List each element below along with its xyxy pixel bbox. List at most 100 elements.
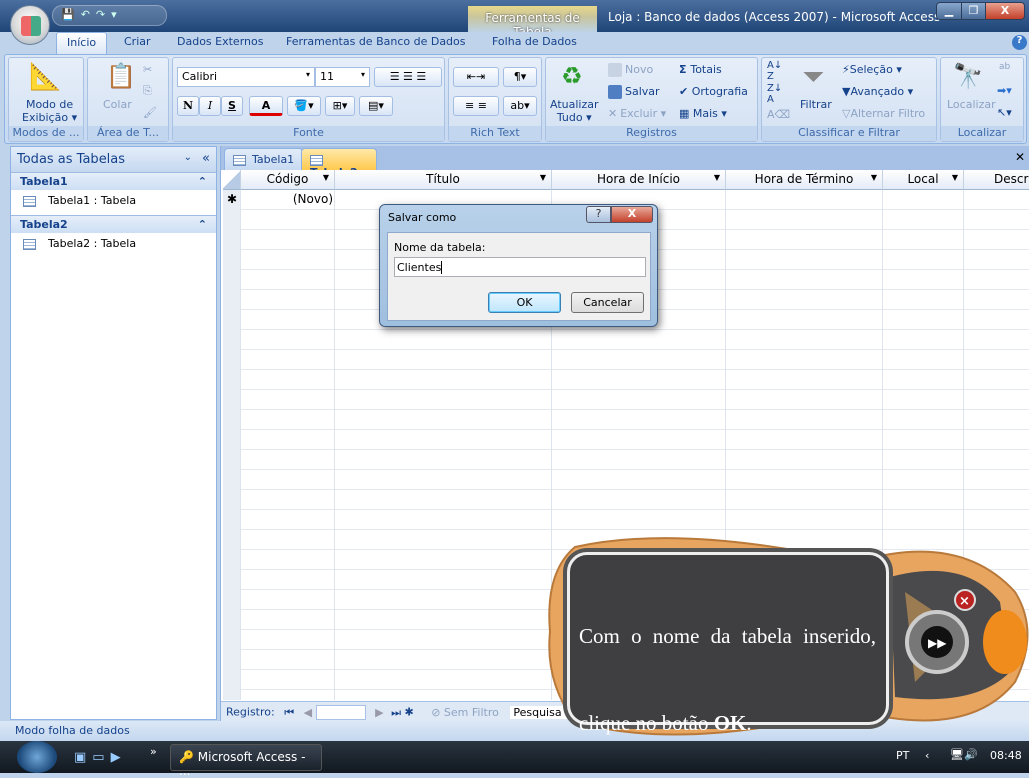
select-icon[interactable]: ↖▾ <box>997 106 1012 119</box>
nav-item-tabela2[interactable]: Tabela2 : Tabela <box>23 237 136 250</box>
close-document-icon[interactable]: ✕ <box>1015 150 1025 164</box>
format-painter-icon[interactable]: 🖌 <box>143 106 157 119</box>
spelling-button[interactable]: ✔ Ortografia <box>679 85 748 98</box>
new-row-marker: ✱ <box>227 192 238 206</box>
dropdown-arrow-icon[interactable]: ▼ <box>952 173 958 182</box>
align-buttons[interactable]: ☰ ☰ ☰ <box>374 67 442 87</box>
find-button[interactable]: Localizar <box>947 98 996 111</box>
dropdown-arrow-icon[interactable]: ▼ <box>540 173 546 182</box>
group-modos: 📐 Modo de Exibição ▾ Modos de ... <box>8 57 84 142</box>
select-all-corner[interactable] <box>223 170 241 190</box>
dropdown-arrow-icon[interactable]: ▼ <box>714 173 720 182</box>
close-button[interactable]: X <box>985 2 1025 20</box>
alt-row-color-icon[interactable]: ▤▾ <box>359 96 393 116</box>
copy-icon[interactable]: ⎘ <box>143 84 152 98</box>
taskbar-access-button[interactable]: 🔑 Microsoft Access - ... <box>170 744 322 778</box>
paste-button[interactable]: Colar <box>103 98 132 111</box>
italic-button[interactable]: I <box>199 96 221 116</box>
tab-inicio[interactable]: Início <box>56 32 108 54</box>
nav-group-tabela1[interactable]: Tabela1 ⌃ <box>11 172 216 190</box>
font-select[interactable]: Calibri ▾ <box>177 67 315 87</box>
refresh-label-2: Tudo ▾ <box>556 111 592 124</box>
clock[interactable]: 08:48 <box>990 749 1022 762</box>
last-record-icon[interactable]: ⏭ <box>391 706 401 719</box>
next-record-icon[interactable]: ▶ <box>375 706 383 719</box>
filter-button[interactable]: Filtrar <box>800 98 832 111</box>
font-size-select[interactable]: 11 ▾ <box>315 67 370 87</box>
prev-record-icon[interactable]: ◀ <box>304 706 312 719</box>
table-name-input[interactable]: Clientes <box>394 257 646 277</box>
quick-launch-icons[interactable]: ▣▭▶ <box>74 750 127 765</box>
underline-button[interactable]: S <box>221 96 243 116</box>
language-indicator[interactable]: PT <box>896 749 909 762</box>
tab-ferramentas-banco[interactable]: Ferramentas de Banco de Dados <box>276 32 476 54</box>
font-color-button[interactable]: A <box>249 96 283 116</box>
view-button[interactable]: Modo de Exibição ▾ <box>22 98 77 124</box>
nav-group-tabela2[interactable]: Tabela2 ⌃ <box>11 215 216 233</box>
group-localizar: 🔭 Localizar ab ➡▾ ↖▾ Localizar <box>940 57 1024 142</box>
column-header-descricao[interactable]: Descr <box>964 170 1029 190</box>
paragraph-icon[interactable]: ¶▾ <box>503 67 537 87</box>
indent-icon[interactable]: ⇤⇥ <box>453 67 499 87</box>
totals-button[interactable]: Σ Totais <box>679 63 722 76</box>
start-button[interactable] <box>17 741 57 773</box>
restore-button[interactable]: ❐ <box>961 2 986 20</box>
column-header-titulo[interactable]: Título ▼ <box>335 170 552 190</box>
refresh-all-button[interactable]: Atualizar Tudo ▾ <box>550 98 599 124</box>
save-record-button[interactable]: Salvar <box>608 85 660 99</box>
list-icon[interactable]: ≡ ≡ <box>453 96 499 116</box>
doc-tab-tabela2[interactable]: Tabela2 <box>301 148 377 179</box>
clear-sort-icon[interactable]: A⌫ <box>767 108 790 121</box>
replace-icon[interactable]: ab <box>999 62 1010 72</box>
show-hidden-icons[interactable]: ‹ <box>925 749 929 762</box>
chevron-up-icon: ⌃ <box>197 175 207 188</box>
header-label: Hora de Início <box>596 172 681 186</box>
goto-icon[interactable]: ➡▾ <box>997 84 1012 97</box>
selection-label: Seleção ▾ <box>849 63 902 76</box>
column-header-hora-termino[interactable]: Hora de Término ▼ <box>726 170 883 190</box>
cut-icon[interactable]: ✂ <box>143 63 152 76</box>
new-row-codigo[interactable]: (Novo) <box>241 192 333 206</box>
nav-menu-icon[interactable]: ⌄ <box>184 152 192 163</box>
network-volume-icons[interactable]: 🖥🔊 <box>950 748 978 761</box>
dialog-help-button[interactable]: ? <box>586 206 611 223</box>
gridlines-icon[interactable]: ⊞▾ <box>325 96 355 116</box>
selection-button[interactable]: ⚡Seleção ▾ <box>842 63 902 76</box>
tab-dados-externos[interactable]: Dados Externos <box>167 32 273 54</box>
tab-criar[interactable]: Criar <box>114 32 161 54</box>
overflow-chevron-icon[interactable]: » <box>150 745 157 758</box>
bold-button[interactable]: N <box>177 96 199 116</box>
quick-access-toolbar[interactable]: 💾↶↷▾ <box>52 5 167 26</box>
office-button[interactable] <box>10 5 50 45</box>
cancel-button[interactable]: Cancelar <box>571 292 644 313</box>
minimize-button[interactable]: ▁ <box>936 2 962 20</box>
help-icon[interactable]: ? <box>1012 35 1027 50</box>
toggle-filter-button[interactable]: ▽Alternar Filtro <box>842 107 925 120</box>
new-record-icon[interactable]: ✱ <box>404 706 413 719</box>
highlight-icon[interactable]: ab▾ <box>503 96 537 116</box>
nav-item-tabela1[interactable]: Tabela1 : Tabela <box>23 194 136 207</box>
more-button[interactable]: ▦ Mais ▾ <box>679 107 727 120</box>
doc-tab-tabela1[interactable]: Tabela1 <box>224 148 304 170</box>
delete-record-button[interactable]: ✕ Excluir ▾ <box>608 107 666 120</box>
sort-desc-icon[interactable]: Z↓ A <box>767 83 782 105</box>
column-header-local[interactable]: Local ▼ <box>883 170 964 190</box>
advanced-button[interactable]: ▼Avançado ▾ <box>842 85 913 98</box>
fill-color-icon[interactable]: 🪣▾ <box>287 96 321 116</box>
new-record-button[interactable]: Novo <box>608 63 653 77</box>
tab-folha-de-dados[interactable]: Folha de Dados <box>482 32 587 54</box>
dialog-body: Nome da tabela: Clientes OK Cancelar <box>387 232 651 321</box>
sort-asc-icon[interactable]: A↓ Z <box>767 60 782 82</box>
nav-header[interactable]: Todas as Tabelas ⌄ « <box>11 147 216 172</box>
ok-button[interactable]: OK <box>488 292 561 313</box>
dialog-close-button[interactable]: X <box>611 206 653 223</box>
no-filter-button[interactable]: ⊘ Sem Filtro <box>431 706 499 719</box>
column-header-hora-inicio[interactable]: Hora de Início ▼ <box>552 170 726 190</box>
record-number-input[interactable] <box>315 705 366 720</box>
dropdown-arrow-icon[interactable]: ▼ <box>323 173 329 182</box>
header-label: Código <box>266 172 309 186</box>
dropdown-arrow-icon[interactable]: ▼ <box>871 173 877 182</box>
collapse-nav-icon[interactable]: « <box>202 151 210 166</box>
first-record-icon[interactable]: ⏮ <box>284 706 294 719</box>
column-header-codigo[interactable]: Código ▼ <box>241 170 335 190</box>
